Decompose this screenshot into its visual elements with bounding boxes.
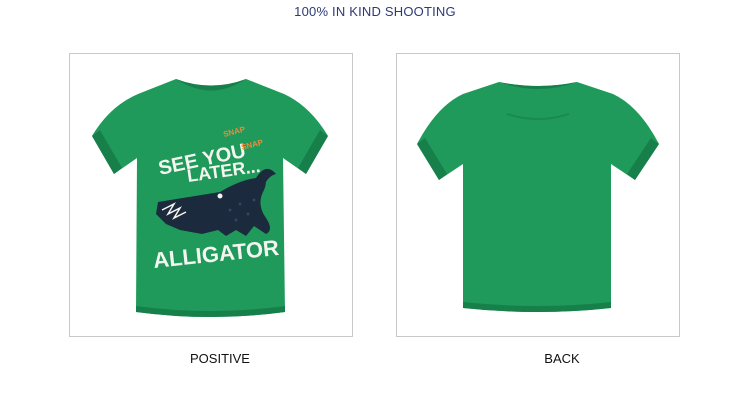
back-tshirt-image (417, 82, 659, 312)
front-photo-frame: SEE YOU SNAP SNAP LATER... ALLIGATOR (69, 53, 353, 337)
front-tshirt-image: SEE YOU SNAP SNAP LATER... ALLIGATOR (92, 79, 328, 317)
back-tshirt-body (417, 82, 659, 312)
caption-positive: POSITIVE (190, 351, 250, 366)
back-photo-frame (396, 53, 680, 337)
page-heading: 100% IN KIND SHOOTING (294, 4, 456, 19)
caption-back: BACK (544, 351, 580, 366)
